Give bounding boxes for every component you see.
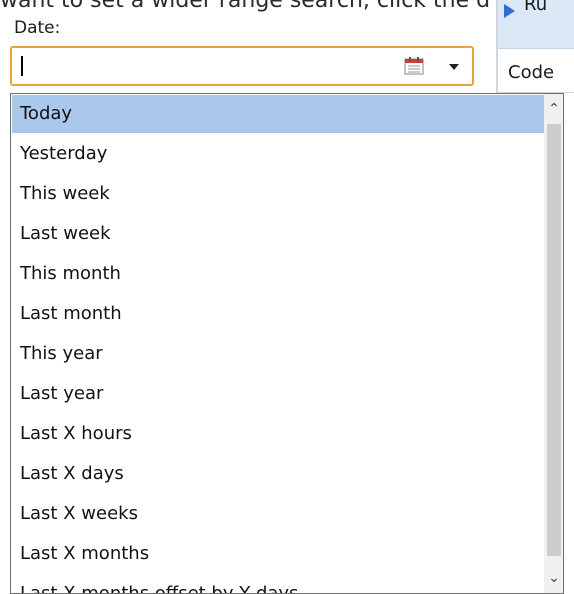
results-header-label: Ru [524, 0, 548, 15]
calendar-icon[interactable] [404, 57, 424, 75]
option-last-x-months[interactable]: Last X months [12, 535, 544, 573]
option-this-year[interactable]: This year [12, 335, 544, 373]
option-last-x-days[interactable]: Last X days [12, 455, 544, 493]
results-header[interactable]: Ru [498, 0, 574, 49]
code-label: Code [508, 62, 555, 83]
option-yesterday[interactable]: Yesterday [12, 135, 544, 173]
option-last-x-hours[interactable]: Last X hours [12, 415, 544, 453]
option-today[interactable]: Today [12, 95, 544, 133]
date-label: Date: [14, 18, 61, 38]
column-header-code[interactable]: Code [498, 50, 574, 93]
option-last-month[interactable]: Last month [12, 295, 544, 333]
scrollbar-thumb[interactable] [547, 124, 561, 556]
scroll-up-icon[interactable]: ⌃ [544, 98, 563, 120]
option-last-x-weeks[interactable]: Last X weeks [12, 495, 544, 533]
option-this-month[interactable]: This month [12, 255, 544, 293]
text-caret [21, 56, 23, 76]
date-input[interactable] [10, 46, 474, 86]
triangle-right-icon [504, 4, 515, 18]
chevron-down-icon[interactable] [449, 64, 459, 70]
option-this-week[interactable]: This week [12, 175, 544, 213]
date-range-dropdown: Today Yesterday This week Last week This… [10, 93, 564, 594]
dropdown-scrollbar[interactable]: ⌃ ⌄ [544, 94, 563, 593]
option-last-x-months-offset[interactable]: Last X months offset by Y days [12, 575, 544, 593]
scroll-down-icon[interactable]: ⌄ [544, 567, 563, 589]
option-last-week[interactable]: Last week [12, 215, 544, 253]
option-last-year[interactable]: Last year [12, 375, 544, 413]
